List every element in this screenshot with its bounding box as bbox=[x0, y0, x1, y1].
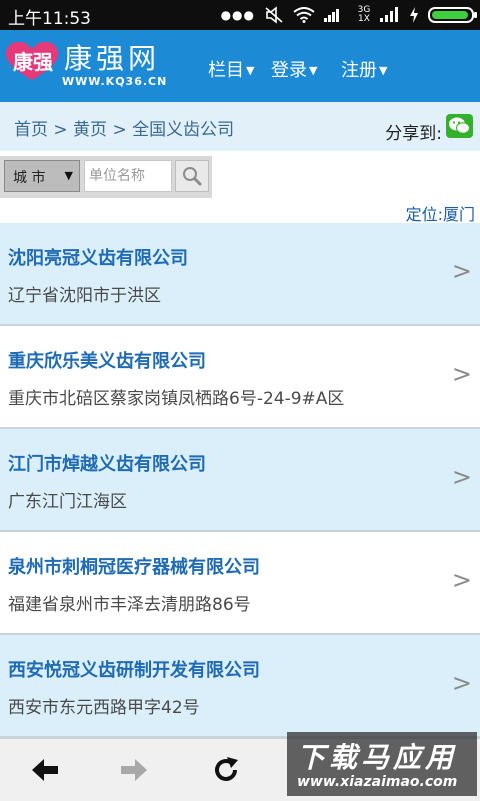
logo-mark-text: 康强 bbox=[13, 50, 53, 74]
refresh-icon[interactable] bbox=[209, 755, 243, 785]
chevron-right-icon: > bbox=[451, 360, 472, 388]
nav-columns-label: 栏目 bbox=[208, 60, 244, 81]
search-icon bbox=[183, 167, 202, 186]
select-arrow-icon: ▼ bbox=[64, 169, 73, 182]
nav-register[interactable]: 注册 ▼ bbox=[341, 56, 387, 82]
breadcrumb[interactable]: 首页 > 黄页 > 全国义齿公司 bbox=[14, 115, 234, 140]
dropdown-caret-icon: ▼ bbox=[379, 64, 388, 77]
list-item[interactable]: 西安悦冠义齿研制开发有限公司 西安市东元西路甲字42号 > bbox=[0, 635, 480, 738]
company-list: 沈阳亮冠义齿有限公司 辽宁省沈阳市于洪区 > 重庆欣乐美义齿有限公司 重庆市北碚… bbox=[0, 223, 480, 738]
network-3g-icon bbox=[324, 9, 339, 22]
dropdown-caret-icon: ▼ bbox=[309, 64, 318, 77]
breadcrumb-bar: 首页 > 黄页 > 全国义齿公司 分享到: bbox=[0, 102, 480, 151]
company-name: 重庆欣乐美义齿有限公司 bbox=[8, 351, 206, 372]
wifi-icon bbox=[293, 7, 315, 23]
search-row: 城 市 ▼ bbox=[0, 151, 480, 201]
watermark-url: www.xiazaimao.com bbox=[297, 774, 458, 790]
watermark-title: 下载马应用 bbox=[297, 741, 458, 774]
battery-icon bbox=[428, 7, 477, 23]
company-name: 沈阳亮冠义齿有限公司 bbox=[8, 248, 188, 269]
more-dots-icon: ●●● bbox=[220, 8, 255, 22]
logo-name: 康强网 bbox=[64, 42, 161, 75]
chevron-right-icon: > bbox=[451, 566, 472, 594]
chevron-right-icon: > bbox=[451, 669, 472, 697]
unit-name-input[interactable] bbox=[84, 160, 172, 192]
site-logo[interactable]: 康强 康强网 WWW.KQ36.CN bbox=[2, 36, 190, 94]
company-address: 辽宁省沈阳市于洪区 bbox=[8, 286, 161, 306]
company-name: 西安悦冠义齿研制开发有限公司 bbox=[8, 660, 260, 681]
chevron-right-icon: > bbox=[451, 257, 472, 285]
list-item[interactable]: 重庆欣乐美义齿有限公司 重庆市北碚区蔡家岗镇凤栖路6号-24-9#A区 > bbox=[0, 326, 480, 429]
status-icons: ●●● 3G 1X bbox=[220, 3, 477, 27]
mute-icon bbox=[265, 6, 283, 24]
dropdown-caret-icon: ▼ bbox=[246, 64, 255, 77]
chevron-right-icon: > bbox=[451, 463, 472, 491]
city-select[interactable]: 城 市 ▼ bbox=[4, 160, 80, 192]
logo-url: WWW.KQ36.CN bbox=[62, 75, 168, 88]
company-address: 西安市东元西路甲字42号 bbox=[8, 698, 200, 718]
search-button[interactable] bbox=[175, 160, 209, 192]
nav-register-label: 注册 bbox=[341, 60, 377, 81]
site-header: 康强 康强网 WWW.KQ36.CN 栏目 ▼ 登录 ▼ 注册 ▼ bbox=[0, 30, 480, 102]
back-arrow-icon[interactable] bbox=[28, 755, 62, 785]
nav-login[interactable]: 登录 ▼ bbox=[271, 56, 317, 82]
nav-columns[interactable]: 栏目 ▼ bbox=[208, 56, 254, 82]
wechat-icon[interactable] bbox=[446, 114, 473, 138]
company-name: 江门市焯越义齿有限公司 bbox=[8, 454, 206, 475]
search-box: 城 市 ▼ bbox=[0, 156, 212, 198]
charging-icon bbox=[410, 7, 418, 23]
company-address: 福建省泉州市丰泽去清朋路86号 bbox=[8, 595, 251, 615]
company-address: 广东江门江海区 bbox=[8, 492, 127, 512]
status-bar: 上午11:53 ●●● 3G 1X bbox=[0, 0, 480, 30]
list-item[interactable]: 江门市焯越义齿有限公司 广东江门江海区 > bbox=[0, 429, 480, 532]
company-name: 泉州市刺桐冠医疗器械有限公司 bbox=[8, 557, 260, 578]
location-row: 定位:厦门 bbox=[0, 201, 480, 225]
city-select-label: 城 市 bbox=[13, 170, 46, 186]
watermark: 下载马应用 www.xiazaimao.com bbox=[287, 732, 477, 796]
share-label: 分享到: bbox=[385, 124, 442, 144]
company-address: 重庆市北碚区蔡家岗镇凤栖路6号-24-9#A区 bbox=[8, 389, 345, 409]
signal-icon bbox=[380, 7, 398, 22]
list-item[interactable]: 沈阳亮冠义齿有限公司 辽宁省沈阳市于洪区 > bbox=[0, 223, 480, 326]
list-item[interactable]: 泉州市刺桐冠医疗器械有限公司 福建省泉州市丰泽去清朋路86号 > bbox=[0, 532, 480, 635]
location-link[interactable]: 定位:厦门 bbox=[406, 201, 475, 225]
network-label: 3G 1X bbox=[357, 5, 371, 24]
nav-login-label: 登录 bbox=[271, 60, 307, 81]
forward-arrow-icon[interactable] bbox=[117, 755, 151, 785]
status-time: 上午11:53 bbox=[8, 9, 91, 29]
